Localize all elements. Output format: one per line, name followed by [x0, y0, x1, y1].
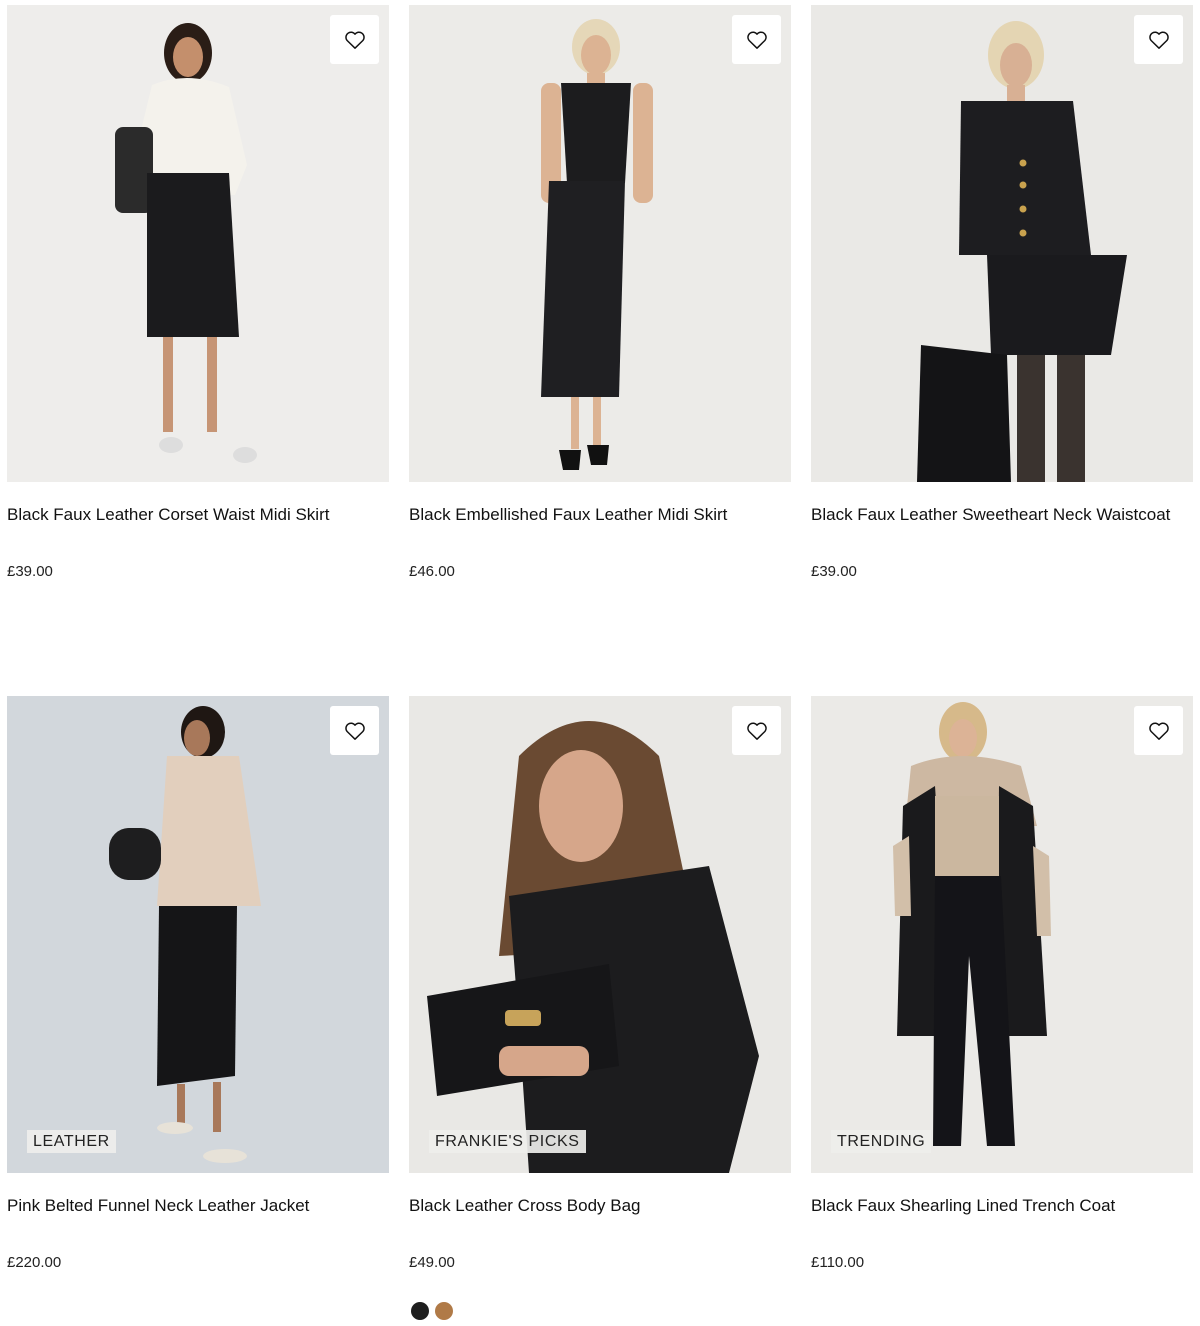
product-card[interactable]: FRANKIE'S PICKS Black Leather Cross Body… — [409, 696, 791, 1271]
color-swatches — [411, 1302, 453, 1320]
product-image[interactable]: FRANKIE'S PICKS — [409, 696, 791, 1173]
product-card[interactable]: Black Faux Leather Sweetheart Neck Waist… — [811, 5, 1193, 580]
product-price: £49.00 — [409, 1254, 455, 1271]
heart-outline-icon — [746, 722, 767, 740]
heart-outline-icon — [344, 722, 365, 740]
color-swatch-tan[interactable] — [435, 1302, 453, 1320]
wishlist-button[interactable] — [1134, 706, 1183, 755]
product-tag: FRANKIE'S PICKS — [429, 1130, 586, 1153]
color-swatch-black[interactable] — [411, 1302, 429, 1320]
product-title[interactable]: Black Faux Shearling Lined Trench Coat — [811, 1195, 1193, 1217]
product-title[interactable]: Black Faux Leather Sweetheart Neck Waist… — [811, 504, 1193, 526]
product-image[interactable]: TRENDING — [811, 696, 1193, 1173]
model-photo — [109, 706, 261, 1163]
heart-outline-icon — [1148, 31, 1169, 49]
product-card[interactable]: LEATHER Pink Belted Funnel Neck Leather … — [7, 696, 389, 1271]
product-title[interactable]: Pink Belted Funnel Neck Leather Jacket — [7, 1195, 389, 1217]
product-price: £220.00 — [7, 1254, 62, 1271]
product-title[interactable]: Black Embellished Faux Leather Midi Skir… — [409, 504, 791, 526]
wishlist-button[interactable] — [732, 15, 781, 64]
model-photo — [917, 21, 1127, 482]
product-tag: TRENDING — [831, 1130, 932, 1153]
heart-outline-icon — [344, 31, 365, 49]
product-card[interactable]: TRENDING Black Faux Shearling Lined Tren… — [811, 696, 1193, 1271]
product-price: £110.00 — [811, 1254, 865, 1271]
product-card[interactable]: Black Faux Leather Corset Waist Midi Ski… — [7, 5, 389, 580]
product-title[interactable]: Black Leather Cross Body Bag — [409, 1195, 791, 1217]
wishlist-button[interactable] — [330, 15, 379, 64]
heart-outline-icon — [1148, 722, 1169, 740]
model-photo — [893, 702, 1051, 1146]
product-tag: LEATHER — [27, 1130, 116, 1153]
model-photo — [427, 721, 759, 1173]
heart-outline-icon — [746, 31, 767, 49]
product-price: £46.00 — [409, 563, 455, 580]
product-image[interactable] — [811, 5, 1193, 482]
model-photo — [541, 19, 653, 470]
wishlist-button[interactable] — [330, 706, 379, 755]
product-image[interactable] — [409, 5, 791, 482]
product-price: £39.00 — [7, 563, 53, 580]
wishlist-button[interactable] — [732, 706, 781, 755]
product-image[interactable] — [7, 5, 389, 482]
wishlist-button[interactable] — [1134, 15, 1183, 64]
product-card[interactable]: Black Embellished Faux Leather Midi Skir… — [409, 5, 791, 580]
product-image[interactable]: LEATHER — [7, 696, 389, 1173]
product-price: £39.00 — [811, 563, 857, 580]
product-title[interactable]: Black Faux Leather Corset Waist Midi Ski… — [7, 504, 389, 526]
model-photo — [115, 23, 257, 463]
